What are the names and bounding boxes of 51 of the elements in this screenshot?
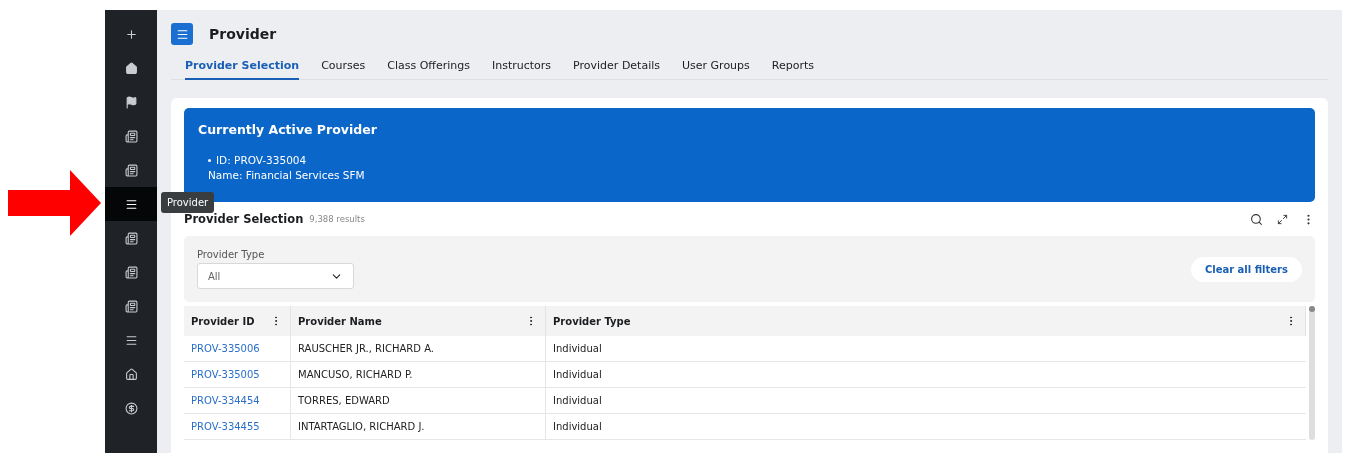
expand-button[interactable] xyxy=(1277,213,1288,225)
page-title: Provider xyxy=(209,26,277,42)
table-cell: Individual xyxy=(546,388,1306,414)
provider-link[interactable]: PROV-335006 xyxy=(184,336,291,362)
section-title: Provider Selection xyxy=(184,212,304,226)
home-icon xyxy=(124,61,138,75)
tooltip: Provider xyxy=(161,192,215,213)
expand-icon xyxy=(1277,213,1288,225)
column-header[interactable]: Provider ID xyxy=(184,306,291,336)
report-icon xyxy=(124,299,138,313)
tab[interactable]: Provider Details xyxy=(573,59,660,80)
banner-title: Currently Active Provider xyxy=(198,122,378,137)
scrollbar[interactable] xyxy=(1309,306,1315,440)
filter-label: Provider Type xyxy=(197,249,266,260)
table-cell: INTARTAGLIO, RICHARD J. xyxy=(291,414,546,440)
provider-link[interactable]: PROV-335005 xyxy=(184,362,291,388)
menu-icon xyxy=(124,333,138,347)
search-button[interactable] xyxy=(1250,212,1263,226)
tab[interactable]: Class Offerings xyxy=(387,59,470,80)
menu-button[interactable] xyxy=(171,23,193,45)
column-header[interactable]: Provider Name xyxy=(291,306,546,336)
report-icon xyxy=(124,265,138,279)
table-cell: RAUSCHER JR., RICHARD A. xyxy=(291,336,546,362)
tab[interactable]: Provider Selection xyxy=(185,59,300,80)
provider-detail: Name: Financial Services SFM xyxy=(208,168,366,183)
table-cell: TORRES, EDWARD xyxy=(291,388,546,414)
report-icon xyxy=(124,231,138,245)
provider-detail: ID: PROV-335004 xyxy=(208,153,1301,168)
menu-icon xyxy=(124,197,138,211)
provider-link[interactable]: PROV-334454 xyxy=(184,388,291,414)
flag-icon xyxy=(124,95,138,109)
dollar-icon xyxy=(124,401,138,415)
report-icon xyxy=(124,129,138,143)
tab[interactable]: Courses xyxy=(321,59,366,80)
clear-filters-button[interactable]: Clear all filters xyxy=(1190,256,1302,282)
table-cell: Individual xyxy=(546,414,1306,440)
table-cell: Individual xyxy=(546,336,1306,362)
report-icon xyxy=(124,163,138,177)
column-header[interactable]: Provider Type xyxy=(546,306,1306,336)
result-count: 9,388 results xyxy=(309,214,365,224)
table-cell: MANCUSO, RICHARD P. xyxy=(291,362,546,388)
tab[interactable]: Instructors xyxy=(492,59,552,80)
menu-icon xyxy=(175,27,189,41)
table-cell: Individual xyxy=(546,362,1306,388)
house-icon xyxy=(124,367,138,381)
provider-type-select[interactable]: All xyxy=(197,263,354,289)
plus-icon xyxy=(124,27,138,41)
tab[interactable]: User Groups xyxy=(682,59,750,80)
tab[interactable]: Reports xyxy=(771,59,814,80)
search-icon xyxy=(1250,212,1263,226)
provider-link[interactable]: PROV-334455 xyxy=(184,414,291,440)
